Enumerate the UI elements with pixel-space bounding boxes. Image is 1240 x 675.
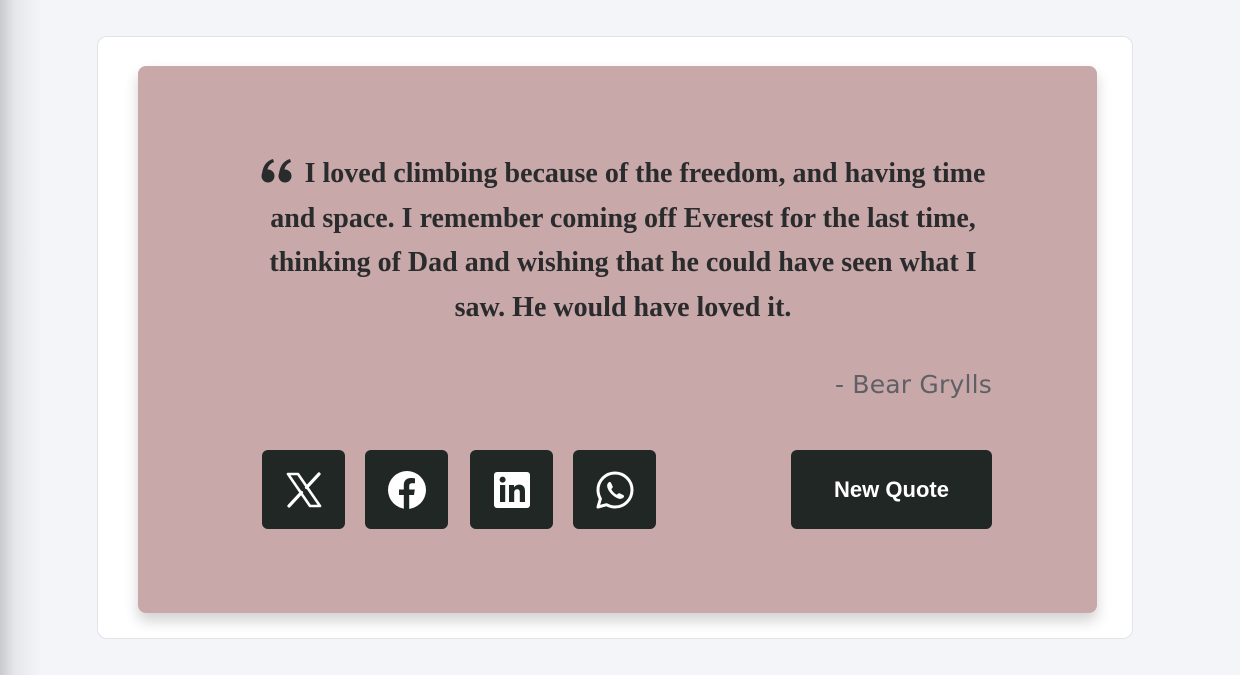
quote-text: I loved climbing because of the freedom,…: [269, 158, 986, 323]
share-linkedin-button[interactable]: [470, 450, 553, 529]
page-edge-shadow: [0, 0, 42, 675]
quote-box: I loved climbing because of the freedom,…: [138, 66, 1097, 613]
share-facebook-button[interactable]: [365, 450, 448, 529]
linkedin-icon: [493, 471, 530, 508]
new-quote-button[interactable]: New Quote: [791, 450, 992, 529]
facebook-icon: [387, 470, 426, 509]
quote-author: - Bear Grylls: [834, 370, 992, 399]
share-whatsapp-button[interactable]: [573, 450, 656, 529]
whatsapp-icon: [596, 471, 633, 508]
share-x-button[interactable]: [262, 450, 345, 529]
x-twitter-icon: [286, 471, 321, 508]
quote-block: I loved climbing because of the freedom,…: [248, 152, 998, 330]
quote-left-icon: [261, 159, 292, 183]
